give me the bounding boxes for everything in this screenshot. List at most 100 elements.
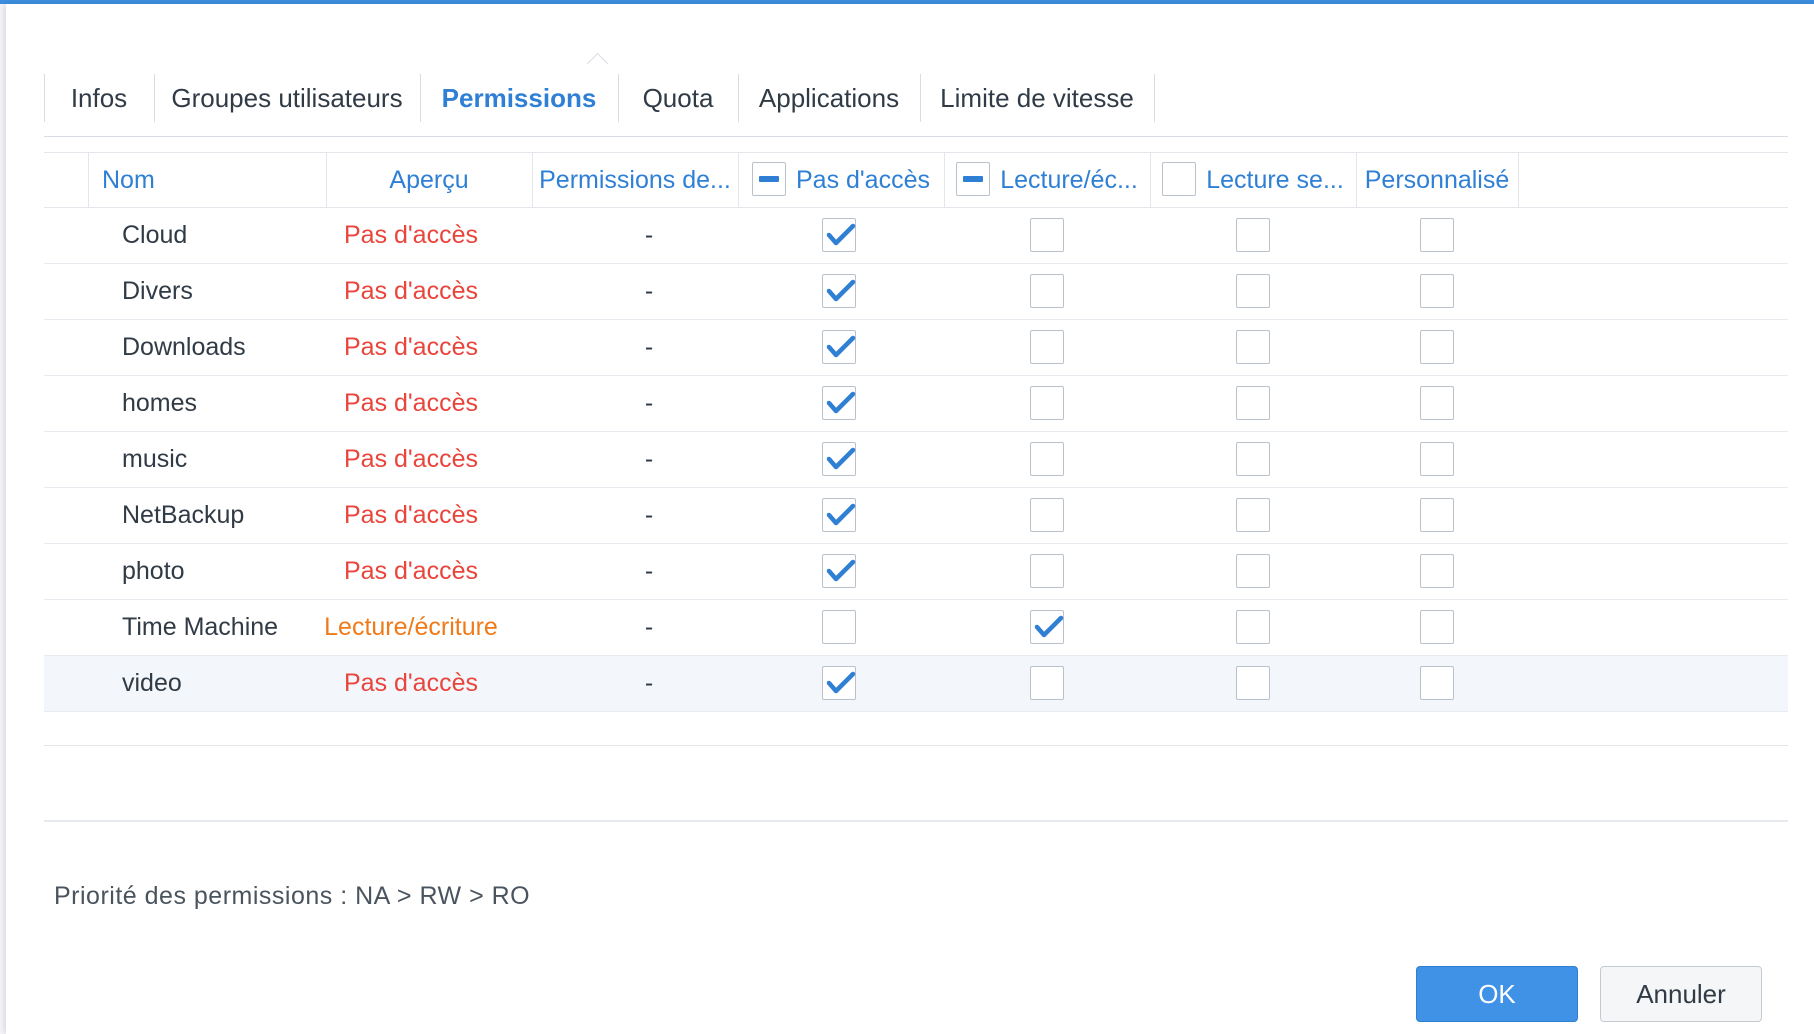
permission-priority-note: Priorité des permissions : NA > RW > RO — [54, 882, 531, 910]
group-permission-value: - — [644, 557, 654, 585]
column-header-preview[interactable]: Aperçu — [326, 153, 532, 207]
ok-button[interactable]: OK — [1416, 966, 1578, 1022]
group-permission-value: - — [644, 501, 654, 529]
checkmark-icon — [826, 279, 856, 302]
custom-checkbox[interactable] — [1420, 610, 1454, 644]
tab-limite-de-vitesse[interactable]: Limite de vitesse — [920, 74, 1154, 122]
shared-folder-name: Divers — [122, 277, 193, 305]
table-row[interactable]: Downloads Pas d'accès - — [44, 320, 1788, 376]
checkmark-icon — [826, 335, 856, 358]
custom-checkbox[interactable] — [1420, 666, 1454, 700]
shared-folder-name: Time Machine — [122, 613, 279, 641]
dialog-title-area — [807, 20, 1053, 62]
no-access-checkbox[interactable] — [822, 274, 856, 308]
custom-checkbox[interactable] — [1420, 274, 1454, 308]
table-row[interactable]: photo Pas d'accès - — [44, 544, 1788, 600]
read-write-checkbox[interactable] — [1030, 442, 1064, 476]
select-all-read-only-checkbox[interactable] — [1162, 162, 1197, 197]
table-row[interactable]: video Pas d'accès - — [44, 656, 1788, 712]
no-access-checkbox[interactable] — [822, 610, 856, 644]
table-row[interactable]: NetBackup Pas d'accès - — [44, 488, 1788, 544]
permission-preview: Pas d'accès — [343, 557, 478, 585]
group-permission-value: - — [644, 333, 654, 361]
read-write-checkbox[interactable] — [1030, 330, 1064, 364]
tab-quota[interactable]: Quota — [618, 74, 738, 122]
shared-folder-name: photo — [122, 557, 185, 585]
group-permission-value: - — [644, 277, 654, 305]
column-header-no-access[interactable]: Pas d'accès — [738, 153, 944, 207]
tab-applications[interactable]: Applications — [738, 74, 920, 122]
no-access-checkbox[interactable] — [822, 442, 856, 476]
permissions-grid: Nom Aperçu Permissions de... Pas d'accès… — [44, 152, 1788, 712]
read-write-checkbox[interactable] — [1030, 610, 1064, 644]
read-only-checkbox[interactable] — [1236, 274, 1270, 308]
column-header-no-access-label: Pas d'accès — [795, 166, 930, 194]
column-header-read-only[interactable]: Lecture se... — [1150, 153, 1356, 207]
tab-infos[interactable]: Infos — [44, 74, 154, 122]
read-write-checkbox[interactable] — [1030, 218, 1064, 252]
checkmark-icon — [826, 671, 856, 694]
column-separator — [1518, 153, 1519, 207]
custom-checkbox[interactable] — [1420, 498, 1454, 532]
read-write-checkbox[interactable] — [1030, 274, 1064, 308]
cancel-button[interactable]: Annuler — [1600, 966, 1762, 1022]
no-access-checkbox[interactable] — [822, 498, 856, 532]
read-only-checkbox[interactable] — [1236, 610, 1270, 644]
no-access-checkbox[interactable] — [822, 330, 856, 364]
column-header-group-permissions[interactable]: Permissions de... — [532, 153, 738, 207]
group-permission-value: - — [644, 445, 654, 473]
read-write-checkbox[interactable] — [1030, 498, 1064, 532]
read-only-checkbox[interactable] — [1236, 386, 1270, 420]
column-header-name[interactable]: Nom — [102, 153, 322, 207]
custom-checkbox[interactable] — [1420, 218, 1454, 252]
custom-checkbox[interactable] — [1420, 330, 1454, 364]
no-access-checkbox[interactable] — [822, 386, 856, 420]
column-header-custom[interactable]: Personnalisé — [1356, 153, 1518, 207]
no-access-checkbox[interactable] — [822, 554, 856, 588]
read-only-checkbox[interactable] — [1236, 498, 1270, 532]
read-write-checkbox[interactable] — [1030, 666, 1064, 700]
grid-header: Nom Aperçu Permissions de... Pas d'accès… — [44, 152, 1788, 208]
permission-preview: Lecture/écriture — [324, 613, 498, 641]
group-permission-value: - — [644, 221, 654, 249]
read-write-checkbox[interactable] — [1030, 386, 1064, 420]
shared-folder-name: music — [122, 445, 188, 473]
read-only-checkbox[interactable] — [1236, 218, 1270, 252]
no-access-checkbox[interactable] — [822, 666, 856, 700]
table-row[interactable]: homes Pas d'accès - — [44, 376, 1788, 432]
tab-separator — [1154, 74, 1155, 122]
checkmark-icon — [826, 559, 856, 582]
read-only-checkbox[interactable] — [1236, 666, 1270, 700]
column-header-read-write-label: Lecture/éc... — [1000, 166, 1138, 194]
permission-preview: Pas d'accès — [343, 333, 478, 361]
permission-preview: Pas d'accès — [343, 389, 478, 417]
group-permission-value: - — [644, 613, 654, 641]
table-row[interactable]: Cloud Pas d'accès - — [44, 208, 1788, 264]
checkmark-icon — [1034, 615, 1064, 638]
permission-preview: Pas d'accès — [343, 221, 478, 249]
tab-permissions[interactable]: Permissions — [420, 74, 618, 122]
custom-checkbox[interactable] — [1420, 554, 1454, 588]
column-header-read-write[interactable]: Lecture/éc... — [944, 153, 1150, 207]
checkmark-icon — [826, 223, 856, 246]
read-only-checkbox[interactable] — [1236, 554, 1270, 588]
table-row[interactable]: Divers Pas d'accès - — [44, 264, 1788, 320]
permission-preview: Pas d'accès — [343, 277, 478, 305]
select-all-no-access-checkbox[interactable] — [751, 162, 786, 197]
select-all-read-write-checkbox[interactable] — [956, 162, 991, 197]
tab-bar: Infos Groupes utilisateurs Permissions Q… — [44, 74, 1788, 137]
custom-checkbox[interactable] — [1420, 386, 1454, 420]
checkmark-icon — [826, 391, 856, 414]
tab-groupes-utilisateurs[interactable]: Groupes utilisateurs — [154, 74, 420, 122]
read-write-checkbox[interactable] — [1030, 554, 1064, 588]
read-only-checkbox[interactable] — [1236, 330, 1270, 364]
table-row[interactable]: Time Machine Lecture/écriture - — [44, 600, 1788, 656]
no-access-checkbox[interactable] — [822, 218, 856, 252]
active-tab-pointer — [586, 52, 609, 75]
edit-user-dialog: Infos Groupes utilisateurs Permissions Q… — [6, 4, 1814, 1034]
custom-checkbox[interactable] — [1420, 442, 1454, 476]
table-row[interactable]: music Pas d'accès - — [44, 432, 1788, 488]
read-only-checkbox[interactable] — [1236, 442, 1270, 476]
group-permission-value: - — [644, 389, 654, 417]
checkmark-icon — [826, 503, 856, 526]
